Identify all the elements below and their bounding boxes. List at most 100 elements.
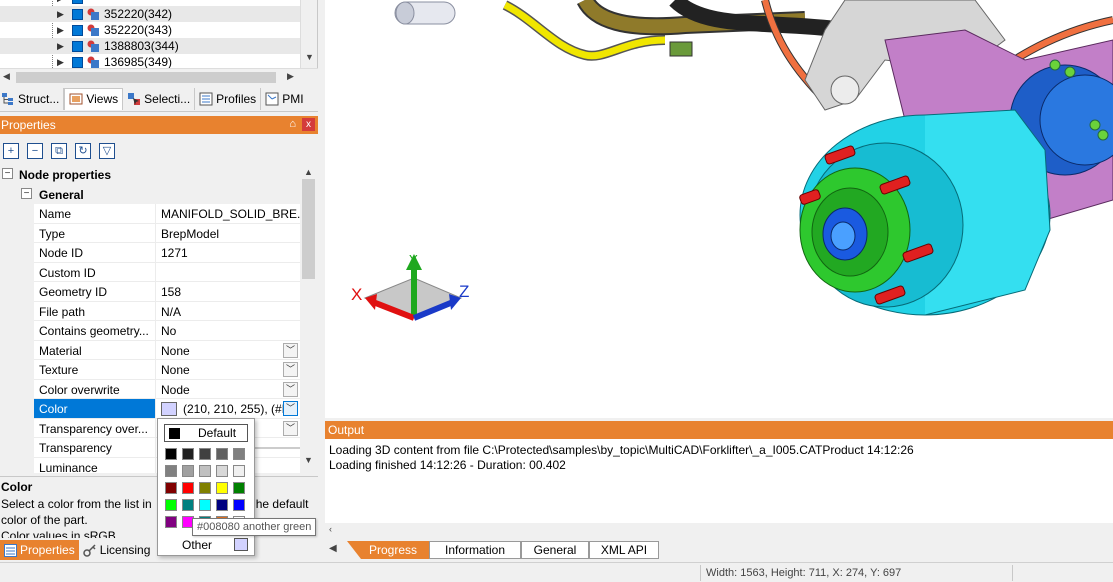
tab-profiles[interactable]: Profiles xyxy=(195,87,262,110)
chevron-down-icon[interactable]: ﹀ xyxy=(283,342,298,358)
property-value[interactable]: (210, 210, 255), (#D ﹀ xyxy=(156,399,300,419)
property-value[interactable]: Node ﹀ xyxy=(156,380,300,399)
tab-general[interactable]: General xyxy=(521,541,589,559)
expand-arrow-icon[interactable]: ▶ xyxy=(57,57,64,68)
color-swatch-option[interactable] xyxy=(182,499,194,511)
pin-icon[interactable]: ⌂ xyxy=(289,118,296,130)
property-grid-scrollbar[interactable]: ▲ ▼ xyxy=(300,165,317,473)
chevron-down-icon[interactable]: ﹀ xyxy=(283,401,298,416)
expand-arrow-icon[interactable]: ▶ xyxy=(57,9,64,20)
tab-xml-api[interactable]: XML API xyxy=(589,541,659,559)
tab-licensing[interactable]: Licensing xyxy=(79,540,155,560)
visibility-checkbox[interactable] xyxy=(72,24,83,36)
visibility-checkbox[interactable] xyxy=(72,40,83,52)
category-node-properties[interactable]: − Node properties xyxy=(0,165,300,185)
expand-arrow-icon[interactable]: ▶ xyxy=(57,25,64,36)
color-swatch-option[interactable] xyxy=(233,465,245,477)
color-swatch-option[interactable] xyxy=(233,499,245,511)
color-swatch-option[interactable] xyxy=(182,465,194,477)
scroll-up-icon[interactable]: ▲ xyxy=(304,167,313,177)
refresh-icon[interactable]: ↻ xyxy=(75,143,91,159)
color-swatch-option[interactable] xyxy=(216,465,228,477)
chevron-down-icon[interactable]: ﹀ xyxy=(283,420,298,436)
color-swatch-option[interactable] xyxy=(165,499,177,511)
color-swatch-option[interactable] xyxy=(182,448,194,460)
property-row-material[interactable]: Material None ﹀ xyxy=(0,340,300,360)
property-value[interactable]: 158 xyxy=(156,282,300,302)
tab-properties[interactable]: Properties xyxy=(0,540,79,560)
property-value[interactable]: N/A xyxy=(156,302,300,321)
expand-all-icon[interactable]: + xyxy=(3,143,19,159)
other-color-button[interactable]: Other xyxy=(158,536,254,554)
default-color-button[interactable]: Default xyxy=(164,424,248,442)
tree-row[interactable]: ▶ 352220(342) xyxy=(0,6,300,22)
color-swatch-option[interactable] xyxy=(216,499,228,511)
tab-pmi[interactable]: PMI xyxy=(261,88,307,110)
collapse-all-icon[interactable]: − xyxy=(27,143,43,159)
color-swatch-option[interactable] xyxy=(199,465,211,477)
color-swatch-option[interactable] xyxy=(233,482,245,494)
property-row-color[interactable]: Color (210, 210, 255), (#D ﹀ xyxy=(0,399,300,419)
color-swatch-option[interactable] xyxy=(199,482,211,494)
tab-views[interactable]: Views xyxy=(64,87,124,110)
tree-vertical-scrollbar[interactable]: ▼ xyxy=(300,0,317,68)
color-swatch-option[interactable] xyxy=(216,448,228,460)
property-row-contains-geometry[interactable]: Contains geometry... No xyxy=(0,321,300,341)
chevron-down-icon[interactable]: ﹀ xyxy=(283,362,298,377)
property-value[interactable]: BrepModel xyxy=(156,224,300,243)
visibility-checkbox[interactable] xyxy=(72,56,83,68)
panel-splitter[interactable] xyxy=(318,0,325,560)
property-value[interactable] xyxy=(156,263,300,282)
property-row-geometry-id[interactable]: Geometry ID 158 xyxy=(0,282,300,302)
tree-row[interactable]: ▶ 352220(343) xyxy=(0,22,300,38)
property-row-transparency-overwrite[interactable]: Transparency over... ﹀ xyxy=(0,418,300,438)
tab-selection[interactable]: Selecti... xyxy=(123,87,196,110)
color-swatch-option[interactable] xyxy=(165,516,177,528)
model-tree[interactable]: ▶ ▶ 352220(342) ▶ 352220(343) ▶ 1388803(… xyxy=(0,0,318,68)
color-swatch-option[interactable] xyxy=(199,448,211,460)
close-icon[interactable]: x xyxy=(302,118,315,131)
tab-progress[interactable]: Progress xyxy=(347,541,429,559)
property-row-texture[interactable]: Texture None ﹀ xyxy=(0,360,300,380)
scroll-thumb[interactable] xyxy=(302,179,315,279)
visibility-checkbox[interactable] xyxy=(72,0,83,4)
color-swatch-option[interactable] xyxy=(165,448,177,460)
property-row-transparency[interactable]: Transparency xyxy=(0,438,300,458)
copy-icon[interactable]: ⧉ xyxy=(51,143,67,159)
color-swatch-option[interactable] xyxy=(216,482,228,494)
color-swatch-option[interactable] xyxy=(199,499,211,511)
tree-horizontal-scrollbar[interactable]: ◀ ▶ xyxy=(0,68,318,85)
property-value[interactable]: None ﹀ xyxy=(156,341,300,360)
scroll-down-icon[interactable]: ▼ xyxy=(305,52,314,62)
property-row-color-overwrite[interactable]: Color overwrite Node ﹀ xyxy=(0,379,300,399)
property-value[interactable]: MANIFOLD_SOLID_BRE... xyxy=(156,204,300,224)
property-row-custom-id[interactable]: Custom ID xyxy=(0,262,300,282)
tab-structure[interactable]: Struct... xyxy=(0,87,65,110)
visibility-checkbox[interactable] xyxy=(72,8,83,20)
property-value[interactable]: None ﹀ xyxy=(156,360,300,380)
chevron-down-icon[interactable]: ﹀ xyxy=(283,381,298,397)
category-general[interactable]: − General xyxy=(0,184,300,204)
tree-row[interactable]: ▶ 136985(349) xyxy=(0,54,300,68)
property-row-file-path[interactable]: File path N/A xyxy=(0,301,300,321)
property-row-node-id[interactable]: Node ID 1271 xyxy=(0,243,300,263)
scroll-thumb[interactable] xyxy=(16,72,276,83)
expand-arrow-icon[interactable]: ▶ xyxy=(57,0,64,4)
color-swatch-option[interactable] xyxy=(165,465,177,477)
transparency-slider[interactable] xyxy=(250,447,300,449)
3d-viewport[interactable]: X Y Z xyxy=(325,0,1113,418)
scroll-left-icon[interactable]: ‹ xyxy=(329,524,332,534)
color-swatch-option[interactable] xyxy=(233,448,245,460)
collapse-icon[interactable]: − xyxy=(2,168,13,179)
tree-row[interactable]: ▶ 1388803(344) xyxy=(0,38,300,54)
output-log[interactable]: Loading 3D content from file C:\Protecte… xyxy=(325,439,1113,523)
color-swatch-option[interactable] xyxy=(182,482,194,494)
output-scrollbar[interactable]: ‹ xyxy=(325,523,1113,537)
filter-icon[interactable]: ▽ xyxy=(99,143,115,159)
color-swatch-option[interactable] xyxy=(165,482,177,494)
property-row-luminance[interactable]: Luminance xyxy=(0,457,300,473)
scroll-right-icon[interactable]: ▶ xyxy=(287,71,294,82)
property-value[interactable]: 1271 xyxy=(156,243,300,263)
scroll-down-icon[interactable]: ▼ xyxy=(304,455,313,465)
expand-arrow-icon[interactable]: ▶ xyxy=(57,41,64,52)
